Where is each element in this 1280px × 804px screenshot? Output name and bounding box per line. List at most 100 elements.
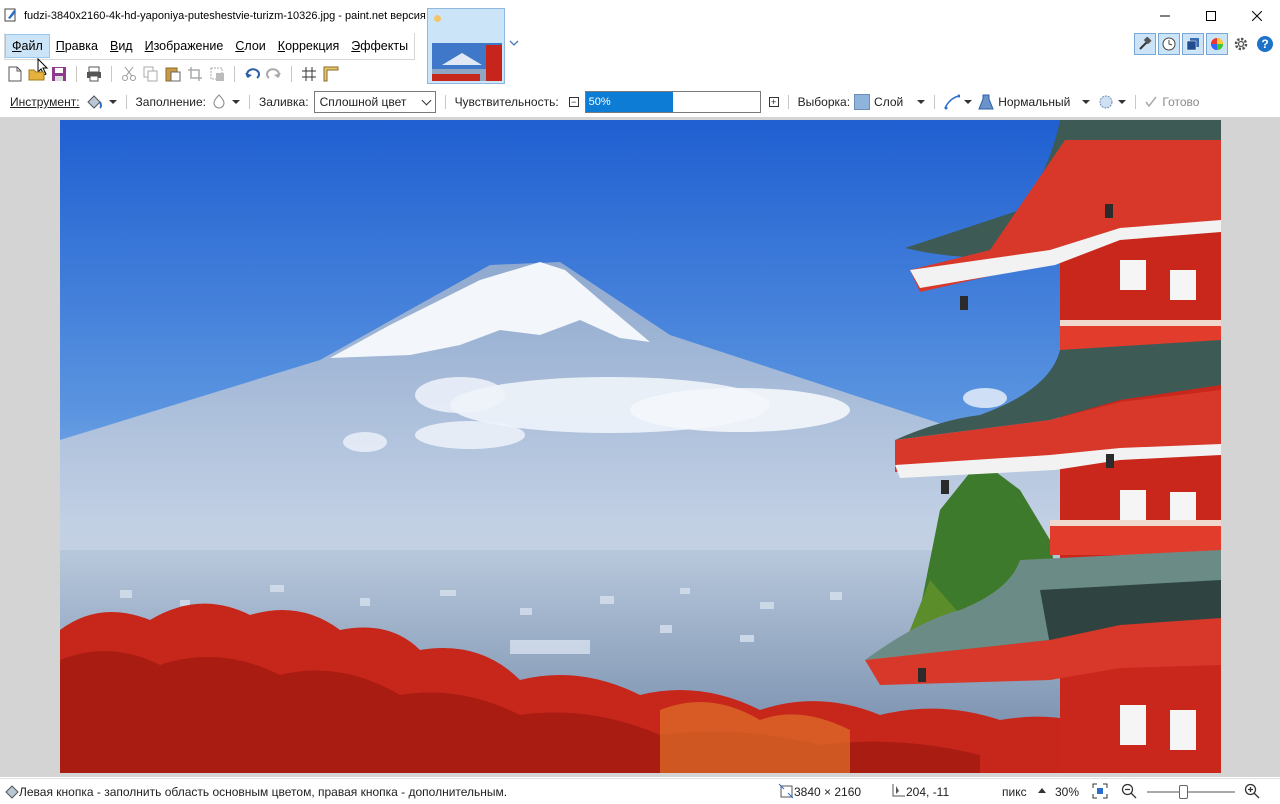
print-button[interactable]: [85, 65, 103, 83]
cut-button[interactable]: [120, 65, 138, 83]
paste-clipboard-icon: [165, 67, 181, 82]
paste-button[interactable]: [164, 65, 182, 83]
menu-edit-mnemonic: П: [55, 39, 65, 53]
history-window-toggle[interactable]: [1158, 33, 1180, 55]
redo-icon: [266, 68, 281, 79]
maximize-button[interactable]: [1188, 0, 1234, 32]
chevron-down-icon[interactable]: [509, 40, 519, 48]
flood-mode-dropdown-caret[interactable]: [232, 100, 241, 104]
save-button[interactable]: [50, 65, 68, 83]
fill-mode-label: Заполнение:: [135, 95, 207, 109]
menu-layers[interactable]: Слои: [229, 34, 271, 58]
menu-effects[interactable]: Эффекты: [345, 34, 414, 58]
finish-button[interactable]: Готово: [1162, 95, 1199, 109]
color-wheel-icon: [1211, 38, 1223, 50]
selection-mode-dropdown-caret[interactable]: [1118, 100, 1127, 104]
canvas-workspace[interactable]: [0, 117, 1280, 777]
sensitivity-slider[interactable]: 50%: [584, 91, 761, 113]
new-file-icon: [8, 66, 22, 82]
fill-type-value: Сплошной цвет: [319, 95, 407, 109]
flood-mode-icon[interactable]: [212, 94, 226, 110]
menu-edit-label: равка: [64, 39, 98, 53]
options-separator: [444, 95, 446, 109]
sensitivity-label: Чувствительность:: [454, 95, 559, 109]
sensitivity-increase-button[interactable]: +: [768, 97, 779, 107]
status-bar: Левая кнопка - заполнить область основны…: [0, 778, 1280, 804]
selection-value[interactable]: Слой: [874, 95, 903, 109]
selection-dropdown-caret[interactable]: [917, 100, 926, 104]
copy-button[interactable]: [142, 65, 160, 83]
options-separator: [249, 95, 251, 109]
gear-icon[interactable]: [1233, 36, 1249, 52]
tool-window-toggles: [1134, 33, 1228, 55]
deselect-button[interactable]: [208, 65, 226, 83]
copy-icon: [143, 66, 158, 82]
menu-edit[interactable]: Правка: [50, 34, 104, 58]
redo-button[interactable]: [265, 65, 283, 83]
open-button[interactable]: [28, 65, 46, 83]
menu-effects-mnemonic: Э: [351, 39, 361, 53]
zoom-out-icon[interactable]: [1121, 783, 1137, 799]
selection-label: Выборка:: [797, 95, 851, 109]
menu-file[interactable]: Файл: [5, 34, 50, 58]
menu-image[interactable]: Изображение: [139, 34, 230, 58]
paint-bucket-icon: [5, 785, 19, 799]
hammer-icon: [1139, 37, 1152, 50]
new-image-button[interactable]: [6, 65, 24, 83]
tool-options-bar: Инструмент: Заполнение: Заливка: Сплошно…: [0, 88, 1280, 116]
layers-window-toggle[interactable]: [1182, 33, 1204, 55]
window-title: fudzi-3840x2160-4k-hd-yaponiya-puteshest…: [24, 10, 454, 22]
tool-label: Инструмент:: [10, 95, 80, 109]
menu-adjustments[interactable]: Коррекция: [272, 34, 345, 58]
close-button[interactable]: [1234, 0, 1280, 32]
fill-type-select[interactable]: Сплошной цвет: [313, 91, 436, 113]
menu-adjustments-mnemonic: К: [277, 39, 286, 53]
toggle-rulers-button[interactable]: [322, 65, 340, 83]
blend-mode-dropdown-caret[interactable]: [1082, 100, 1091, 104]
menu-file-mnemonic: Ф: [12, 39, 22, 53]
options-separator: [1135, 95, 1137, 109]
image-size-icon: [778, 783, 794, 799]
selection-mode-icon[interactable]: [1098, 94, 1114, 110]
image-canvas[interactable]: [60, 120, 1221, 773]
crop-to-selection-button[interactable]: [186, 65, 204, 83]
minimize-icon: [1160, 15, 1170, 17]
help-icon[interactable]: ?: [1257, 36, 1273, 52]
zoom-level[interactable]: 30%: [1055, 785, 1079, 799]
antialiasing-icon[interactable]: [944, 94, 961, 110]
minimize-button[interactable]: [1142, 0, 1188, 32]
layers-icon: [1186, 38, 1199, 51]
printer-icon: [87, 66, 101, 82]
zoom-to-window-icon[interactable]: [1092, 783, 1108, 799]
scissors-icon: [122, 66, 136, 81]
menu-view[interactable]: Вид: [104, 34, 139, 58]
menu-image-mnemonic: И: [144, 39, 154, 53]
layer-sampling-icon[interactable]: [854, 94, 871, 110]
blend-mode-value[interactable]: Нормальный: [998, 95, 1070, 109]
antialiasing-dropdown-caret[interactable]: [964, 100, 973, 104]
open-folder-icon: [28, 69, 45, 81]
zoom-slider-thumb[interactable]: [1179, 785, 1188, 799]
zoom-slider-track[interactable]: [1147, 791, 1235, 793]
colors-window-toggle[interactable]: [1206, 33, 1228, 55]
undo-button[interactable]: [243, 65, 261, 83]
toggle-grid-button[interactable]: [300, 65, 318, 83]
chevron-up-icon[interactable]: [1038, 788, 1046, 794]
tool-dropdown-caret[interactable]: [108, 100, 117, 104]
crop-icon: [188, 67, 202, 81]
toolbar-separator: [234, 66, 235, 82]
sensitivity-decrease-button[interactable]: −: [568, 97, 579, 107]
fill-label: Заливка:: [259, 95, 309, 109]
menu-view-label: ид: [118, 39, 133, 53]
history-clock-icon: [1162, 37, 1176, 51]
unsaved-indicator-icon: [434, 15, 441, 22]
toolbar-separator: [76, 66, 77, 82]
blend-mode-icon[interactable]: [978, 94, 994, 110]
grid-icon: [302, 67, 316, 81]
image-tab-thumbnail[interactable]: [427, 8, 505, 84]
units-select[interactable]: пикс: [1002, 785, 1027, 799]
tools-window-toggle[interactable]: [1134, 33, 1156, 55]
zoom-in-icon[interactable]: [1244, 783, 1260, 799]
title-bar: fudzi-3840x2160-4k-hd-yaponiya-puteshest…: [0, 0, 1280, 32]
paint-bucket-icon[interactable]: [85, 94, 103, 110]
